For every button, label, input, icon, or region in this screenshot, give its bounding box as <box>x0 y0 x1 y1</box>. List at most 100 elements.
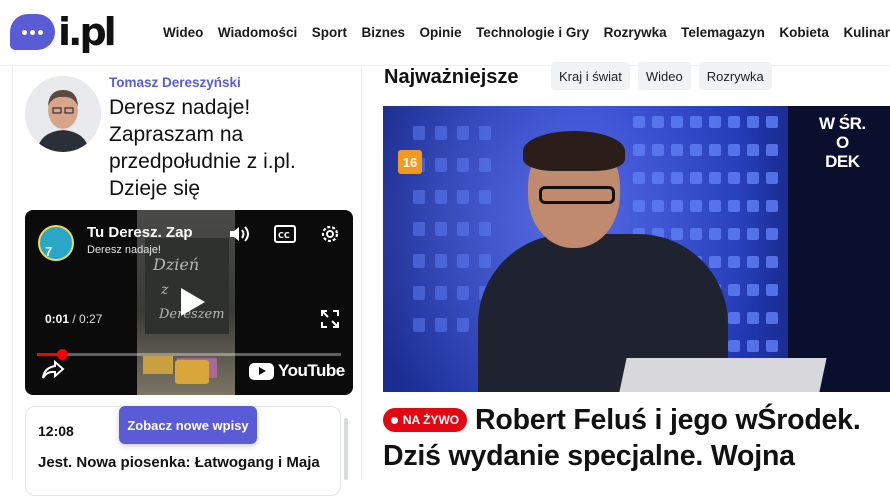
studio-light-tile <box>479 254 491 268</box>
studio-light-tile <box>747 144 759 156</box>
logo-text: i.pl <box>58 10 117 54</box>
post-title[interactable]: Deresz nadaje! Zapraszam na przedpołudni… <box>109 94 359 202</box>
studio-light-tile <box>457 318 469 332</box>
nav-item-kobieta[interactable]: Kobieta <box>779 25 829 40</box>
section-chips: Kraj i świat Wideo Rozrywka <box>551 62 772 90</box>
fullscreen-icon[interactable] <box>319 308 341 335</box>
studio-light-tile <box>747 284 759 296</box>
related-video-thumbnail[interactable] <box>175 360 209 384</box>
studio-light-tile <box>766 256 778 268</box>
video-progress-bar[interactable] <box>37 349 341 360</box>
studio-light-tile <box>766 200 778 212</box>
studio-light-tile <box>413 286 425 300</box>
studio-light-tile <box>435 126 447 140</box>
nav-item-opinie[interactable]: Opinie <box>420 25 462 40</box>
duration: / 0:27 <box>69 312 103 326</box>
studio-light-tile <box>728 284 740 296</box>
studio-light-tile <box>413 126 425 140</box>
progress-handle[interactable] <box>57 349 69 360</box>
studio-light-tile <box>747 172 759 184</box>
share-icon[interactable] <box>41 359 65 385</box>
studio-light-tile <box>435 318 447 332</box>
nav-item-wideo[interactable]: Wideo <box>163 25 203 40</box>
studio-desk <box>619 358 827 392</box>
settings-icon[interactable] <box>318 222 342 251</box>
channel-avatar[interactable]: 7 <box>38 225 74 261</box>
chip-rozrywka[interactable]: Rozrywka <box>698 62 772 90</box>
volume-icon[interactable] <box>227 222 251 251</box>
studio-light-tile <box>709 200 721 212</box>
studio-light-tile <box>633 200 645 212</box>
studio-light-tile <box>690 144 702 156</box>
studio-light-tile <box>766 172 778 184</box>
author-avatar[interactable] <box>25 76 101 152</box>
studio-light-tile <box>633 116 645 128</box>
studio-light-tile <box>690 200 702 212</box>
chip-kraj-i-swiat[interactable]: Kraj i świat <box>551 62 630 90</box>
studio-light-tile <box>728 228 740 240</box>
studio-light-tile <box>766 284 778 296</box>
studio-light-tile <box>690 228 702 240</box>
top-bar: i.pl Wideo Wiadomości Sport Biznes Opini… <box>0 0 890 66</box>
live-label: NA ŻYWO <box>402 413 460 427</box>
feed-text[interactable]: Jest. Nowa piosenka: Łatwogang i Maja <box>38 453 328 473</box>
studio-light-tile <box>652 172 664 184</box>
presenter-glasses <box>539 186 615 204</box>
youtube-player[interactable]: Dzień z Dereszem 7 Tu Deresz. Zap Deresz… <box>25 210 353 395</box>
nav-item-sport[interactable]: Sport <box>312 25 347 40</box>
nav-item-biznes[interactable]: Biznes <box>362 25 406 40</box>
studio-light-tile <box>766 144 778 156</box>
studio-light-tile <box>728 312 740 324</box>
chip-wideo[interactable]: Wideo <box>637 62 691 90</box>
studio-light-tile <box>671 228 683 240</box>
studio-light-tile <box>479 190 491 204</box>
studio-light-tile <box>690 172 702 184</box>
studio-light-tile <box>479 222 491 236</box>
video-subtitle: Deresz nadaje! <box>87 244 161 256</box>
youtube-icon <box>249 362 274 380</box>
studio-light-tile <box>747 312 759 324</box>
studio-light-tile <box>479 126 491 140</box>
channel-badge: 7 <box>45 244 53 259</box>
show-logo: W ŚR. O DEK <box>819 114 866 171</box>
studio-light-tile <box>766 116 778 128</box>
studio-light-tile <box>728 172 740 184</box>
live-dot-icon <box>390 416 398 424</box>
studio-light-tile <box>652 200 664 212</box>
feed-scrollbar[interactable] <box>344 418 348 480</box>
studio-light-tile <box>457 158 469 172</box>
studio-light-tile <box>709 116 721 128</box>
new-posts-button[interactable]: Zobacz nowe wpisy <box>119 406 257 444</box>
video-title[interactable]: Tu Deresz. Zap <box>87 224 205 241</box>
studio-light-tile <box>435 190 447 204</box>
studio-light-tile <box>413 318 425 332</box>
svg-text:CC: CC <box>278 231 290 240</box>
svg-text:z: z <box>160 282 169 298</box>
studio-light-tile <box>709 256 721 268</box>
nav-item-technologie[interactable]: Technologie i Gry <box>476 25 589 40</box>
studio-light-tile <box>671 144 683 156</box>
nav-item-wiadomosci[interactable]: Wiadomości <box>218 25 297 40</box>
nav-item-rozrywka[interactable]: Rozrywka <box>604 25 667 40</box>
studio-light-tile <box>728 144 740 156</box>
studio-light-tile <box>413 190 425 204</box>
studio-light-tile <box>747 340 759 352</box>
main-nav: Wideo Wiadomości Sport Biznes Opinie Tec… <box>163 25 890 40</box>
live-post-panel: Tomasz Dereszyński Deresz nadaje! Zapras… <box>12 66 362 496</box>
author-name[interactable]: Tomasz Dereszyński <box>109 75 241 90</box>
chat-bubble-icon <box>10 14 55 50</box>
nav-item-kulinaria[interactable]: Kulinaria <box>843 25 890 40</box>
captions-icon[interactable]: CC <box>273 223 297 250</box>
nav-item-telemagazyn[interactable]: Telemagazyn <box>681 25 765 40</box>
hero-image[interactable]: 16 W ŚR. O DEK <box>383 106 890 392</box>
play-icon[interactable] <box>173 284 209 320</box>
video-time: 0:01 / 0:27 <box>45 312 102 326</box>
studio-light-tile <box>435 286 447 300</box>
site-logo[interactable]: i.pl <box>10 10 122 54</box>
studio-light-tile <box>671 200 683 212</box>
youtube-logo[interactable]: YouTube <box>249 361 345 381</box>
studio-light-tile <box>747 256 759 268</box>
studio-light-tile <box>728 116 740 128</box>
feed-time: 12:08 <box>38 423 74 439</box>
live-badge: NA ŻYWO <box>383 408 467 432</box>
